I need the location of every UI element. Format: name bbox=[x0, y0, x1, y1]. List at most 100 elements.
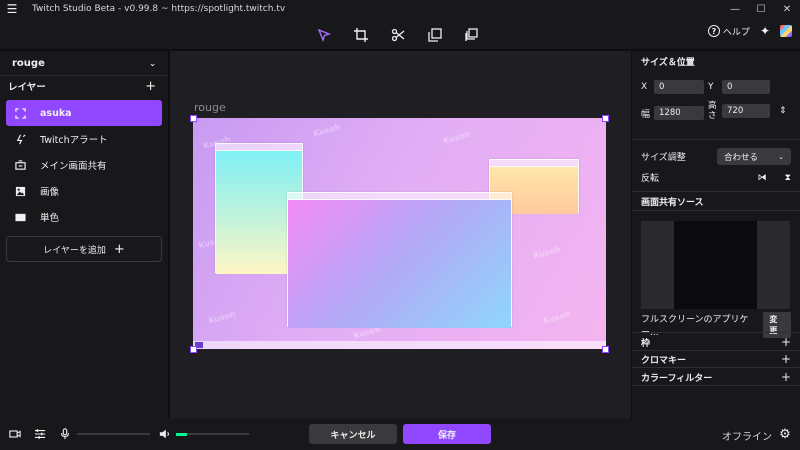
scene-preview[interactable]: Kusoh Kusoh Kusoh Kusoh Kusoh Kusoh Kuso… bbox=[193, 118, 606, 349]
layer-label: asuka bbox=[40, 107, 72, 119]
add-layer-label: レイヤーを追加 bbox=[43, 245, 106, 256]
screen-source-title: 画面共有ソース bbox=[641, 197, 704, 208]
resize-handle-top-left[interactable] bbox=[190, 115, 197, 122]
tool-group bbox=[314, 26, 482, 44]
toolbar-right: ? ヘルプ ✦ bbox=[707, 24, 792, 38]
mixer-icon[interactable] bbox=[33, 427, 47, 441]
duplicate-icon bbox=[428, 28, 442, 42]
help-icon: ? bbox=[707, 25, 720, 37]
x-row: X 0 bbox=[641, 80, 704, 94]
theme-swatch-icon[interactable] bbox=[780, 25, 792, 37]
frame-section[interactable]: 枠 + bbox=[632, 333, 800, 351]
layer-label: Twitchアラート bbox=[40, 135, 108, 146]
flip-row: 反転 ⧒ ⧗ bbox=[641, 171, 791, 185]
watermark: Kusoh bbox=[442, 129, 472, 146]
scene-name: rouge bbox=[12, 57, 45, 69]
layers-heading: レイヤー bbox=[8, 82, 46, 93]
desktop-volume-fill bbox=[176, 432, 187, 436]
image-icon bbox=[14, 185, 26, 197]
alert-icon bbox=[14, 133, 26, 145]
hamburger-menu-icon[interactable]: ☰ bbox=[0, 0, 24, 18]
resize-handle-top-right[interactable] bbox=[602, 115, 609, 122]
duplicate-tool-button[interactable] bbox=[425, 26, 445, 44]
width-row: 幅 1280 bbox=[641, 106, 704, 120]
scene-dropdown[interactable]: rouge ⌄ bbox=[0, 51, 168, 76]
sparkle-icon[interactable]: ✦ bbox=[760, 24, 770, 38]
scene-label: rouge bbox=[194, 101, 226, 114]
layer-label: 単色 bbox=[40, 213, 60, 224]
microphone-icon[interactable] bbox=[58, 427, 72, 441]
cut-tool-button[interactable] bbox=[388, 26, 408, 44]
watermark: Kusoh bbox=[207, 309, 237, 326]
flip-vertical-icon[interactable]: ⧗ bbox=[785, 173, 791, 183]
size-adjust-dropdown[interactable]: 合わせる ⌄ bbox=[717, 148, 791, 165]
help-label: ヘルプ bbox=[722, 27, 750, 38]
aspect-lock-icon[interactable]: ⇕ bbox=[779, 106, 787, 116]
frame-title: 枠 bbox=[641, 338, 651, 349]
y-input[interactable]: 0 bbox=[722, 80, 770, 94]
chevron-down-icon: ⌄ bbox=[149, 58, 156, 68]
layer-item-twitch-alert[interactable]: Twitchアラート bbox=[6, 126, 162, 152]
height-input[interactable]: 720 bbox=[722, 104, 770, 118]
plus-icon[interactable]: + bbox=[781, 335, 791, 349]
settings-gear-icon[interactable]: ⚙ bbox=[778, 427, 792, 442]
mic-volume-slider[interactable] bbox=[77, 433, 150, 435]
preview-taskbar bbox=[193, 341, 606, 349]
plus-icon[interactable]: + bbox=[781, 370, 791, 384]
layers-panel: rouge ⌄ レイヤー + asuka Twitchアラート メイン画面共有 bbox=[0, 51, 169, 418]
stream-status: オフライン bbox=[722, 432, 772, 443]
close-button[interactable]: ✕ bbox=[774, 0, 800, 18]
plus-icon: + bbox=[113, 241, 125, 257]
chevron-down-icon: ⌄ bbox=[778, 152, 784, 161]
minimize-button[interactable]: — bbox=[722, 0, 748, 18]
layer-item-screen-share[interactable]: メイン画面共有 bbox=[6, 152, 162, 178]
crop-tool-button[interactable] bbox=[351, 26, 371, 44]
window-controls: — ☐ ✕ bbox=[722, 0, 800, 18]
size-adjust-value: 合わせる bbox=[724, 152, 759, 163]
screen-source-section: 画面共有ソース bbox=[632, 192, 800, 210]
preview-window-main bbox=[287, 192, 512, 328]
window-title: Twitch Studio Beta - v0.99.8 ~ https://s… bbox=[32, 4, 286, 14]
maximize-button[interactable]: ☐ bbox=[748, 0, 774, 18]
layer-label: メイン画面共有 bbox=[40, 161, 107, 172]
color-filter-section[interactable]: カラーフィルター + bbox=[632, 368, 800, 386]
resize-handle-bottom-left[interactable] bbox=[190, 346, 197, 353]
flip-buttons: ⧒ ⧗ bbox=[758, 173, 791, 183]
cursor-tool-button[interactable] bbox=[314, 26, 334, 44]
properties-panel: サイズ＆位置 X 0 Y 0 幅 1280 高さ 720 ⇕ サイズ調整 合わせ… bbox=[632, 51, 800, 418]
speaker-icon[interactable] bbox=[158, 427, 172, 441]
chroma-key-section[interactable]: クロマキー + bbox=[632, 350, 800, 368]
resize-handle-bottom-right[interactable] bbox=[602, 346, 609, 353]
layer-list: asuka Twitchアラート メイン画面共有 画像 単色 bbox=[0, 100, 168, 230]
x-label: X bbox=[641, 82, 648, 92]
flip-horizontal-icon[interactable]: ⧒ bbox=[758, 173, 767, 183]
width-input[interactable]: 1280 bbox=[654, 106, 704, 120]
size-position-title: サイズ＆位置 bbox=[641, 57, 695, 68]
color-icon bbox=[14, 211, 26, 223]
y-row: Y 0 bbox=[708, 80, 770, 94]
plus-icon[interactable]: + bbox=[781, 352, 791, 366]
title-bar: ☰ Twitch Studio Beta - v0.99.8 ~ https:/… bbox=[0, 0, 800, 18]
cancel-button[interactable]: キャンセル bbox=[309, 424, 397, 444]
layers-tool-button[interactable] bbox=[462, 26, 482, 44]
screen-share-icon bbox=[14, 159, 26, 171]
watermark: Kusoh bbox=[532, 244, 562, 261]
source-preview bbox=[641, 221, 790, 309]
scissors-icon bbox=[391, 28, 405, 42]
x-input[interactable]: 0 bbox=[654, 80, 704, 94]
add-layer-button[interactable]: レイヤーを追加 + bbox=[6, 236, 162, 262]
camera-icon[interactable] bbox=[8, 427, 22, 441]
frame-icon bbox=[14, 107, 26, 119]
help-button[interactable]: ? ヘルプ bbox=[707, 25, 750, 38]
save-button[interactable]: 保存 bbox=[403, 424, 491, 444]
height-row: 高さ 720 bbox=[708, 101, 770, 121]
add-layer-plus-icon[interactable]: + bbox=[145, 79, 156, 94]
layer-item-asuka[interactable]: asuka bbox=[6, 100, 162, 126]
size-adjust-label: サイズ調整 bbox=[641, 153, 686, 163]
layer-item-image[interactable]: 画像 bbox=[6, 178, 162, 204]
layer-item-solid-color[interactable]: 単色 bbox=[6, 204, 162, 230]
watermark: Kusoh bbox=[312, 122, 342, 139]
editor-toolbar: ? ヘルプ ✦ bbox=[0, 18, 800, 50]
flip-label: 反転 bbox=[641, 174, 660, 184]
bottom-bar: キャンセル 保存 オフライン ⚙ bbox=[0, 418, 800, 450]
